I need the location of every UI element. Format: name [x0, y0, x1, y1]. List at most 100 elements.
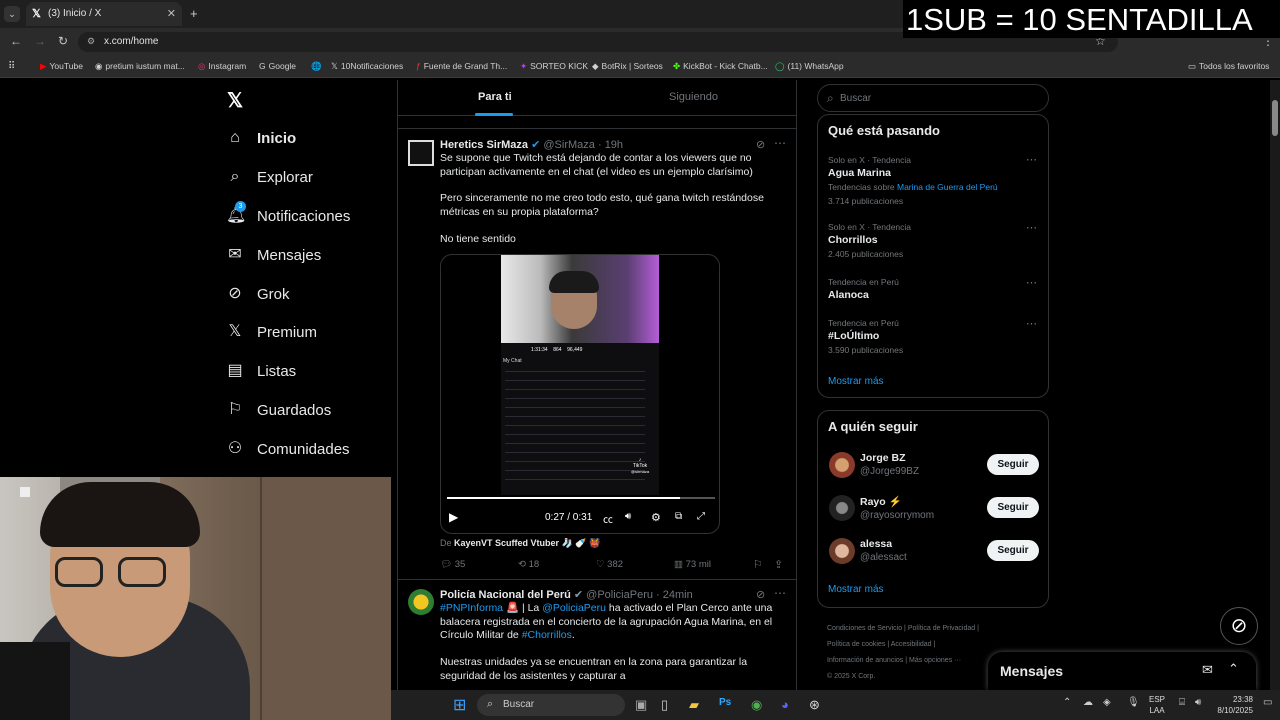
tweet-time[interactable]: · 24min [656, 589, 693, 601]
all-favorites[interactable]: ▭ Todos los favoritos [1188, 61, 1269, 72]
footer-link[interactable]: Política de cookies [827, 641, 885, 648]
trend-more-icon[interactable]: ⋯ [1026, 276, 1037, 289]
show-more-link[interactable]: Mostrar más [828, 584, 884, 595]
author-handle[interactable]: @SirMaza [543, 139, 595, 151]
new-message-icon[interactable]: ✉ [1202, 662, 1213, 678]
forward-icon[interactable]: → [34, 34, 46, 48]
play-icon[interactable]: ▶ [449, 510, 458, 524]
bookmark-tweet-icon[interactable]: ⚐ [753, 558, 763, 571]
notifications-icon[interactable]: ▭ [1263, 697, 1272, 708]
more-options-icon[interactable]: ⋯ [774, 136, 786, 150]
footer-link[interactable]: Más opciones ··· [909, 657, 961, 664]
expand-icon[interactable]: ⌃ [1228, 661, 1239, 677]
nav-item-mensajes[interactable]: ✉ Mensajes [226, 243, 321, 267]
discord-icon[interactable]: ◕ [781, 697, 789, 712]
nav-item-premium[interactable]: 𝕏 Premium [226, 320, 317, 344]
site-info-icon[interactable]: ⚙ [87, 36, 95, 47]
like-button[interactable]: ♡ 382 [596, 559, 623, 570]
video-player[interactable]: 1:31:34 864 96,449 My Chat ♪ TikTok @sir… [440, 254, 720, 534]
grok-explain-icon[interactable]: ⊘ [756, 588, 765, 601]
bookmark-kickbot[interactable]: ✤ KickBot - Kick Chatb... [673, 61, 768, 72]
network-icon[interactable]: ⌸ [1179, 697, 1185, 708]
tab-para-ti[interactable]: Para ti [478, 91, 512, 103]
bookmark-instagram[interactable]: ◎ Instagram [198, 61, 246, 72]
follow-user[interactable]: Rayo ⚡ @rayosorrymom [860, 495, 934, 521]
hashtag-link[interactable]: #Chorrillos [522, 629, 572, 641]
bookmark-sorteo-kick[interactable]: ✦ SORTEO KICK [520, 61, 588, 72]
hashtag-link[interactable]: #PNPInforma [440, 602, 503, 614]
scrollbar-thumb[interactable] [1272, 100, 1278, 136]
avatar[interactable] [829, 538, 855, 564]
nav-item-notificaciones[interactable]: 🔔︎ 3 Notificaciones [226, 201, 350, 228]
trend-item[interactable]: Tendencia en Perú #LoÚltimo 3.590 public… [828, 318, 1038, 355]
footer-link[interactable]: Información de anuncios [827, 657, 903, 664]
share-icon[interactable]: ⇪ [774, 558, 783, 571]
footer-link[interactable]: Accesibilidad [891, 641, 932, 648]
language-indicator[interactable]: ESP LAA [1149, 694, 1165, 716]
avatar[interactable] [829, 495, 855, 521]
pip-icon[interactable]: ⧉ [675, 511, 682, 522]
trend-more-icon[interactable]: ⋯ [1026, 221, 1037, 234]
nav-item-comunidades[interactable]: ⚇ Comunidades [226, 437, 350, 461]
follow-button[interactable]: Seguir [987, 497, 1039, 518]
volume-icon[interactable]: 🔊︎ [625, 511, 631, 522]
bookmark-pretium[interactable]: ◉ pretium iustum mat... [95, 61, 185, 72]
tray-app-icon[interactable]: ◈ [1103, 697, 1111, 708]
tab-list-icon[interactable]: ⌄ [4, 6, 20, 22]
chrome-icon[interactable]: ◉ [751, 697, 762, 713]
follow-button[interactable]: Seguir [987, 540, 1039, 561]
footer-link[interactable]: Política de Privacidad [908, 625, 975, 632]
trend-item[interactable]: Solo en X · Tendencia Agua Marina Tenden… [828, 155, 1038, 206]
messages-drawer[interactable]: Mensajes ✉ ⌃ [988, 652, 1256, 690]
tab-siguiendo[interactable]: Siguiendo [669, 91, 718, 103]
windows-start-icon[interactable]: ⊞ [453, 695, 466, 715]
app-icon[interactable]: ▯ [661, 697, 668, 713]
trend-item[interactable]: Tendencia en Perú Alanoca [828, 277, 1038, 301]
bookmark-whatsapp[interactable]: ◯ (11) WhatsApp [775, 61, 844, 72]
globe-icon[interactable]: 🌐 [311, 61, 322, 72]
scrollbar[interactable] [1270, 80, 1280, 690]
new-tab-icon[interactable]: + [190, 6, 198, 21]
nav-item-listas[interactable]: ▤ Listas [226, 359, 296, 383]
tweet-time[interactable]: · 19h [598, 139, 623, 151]
views-button[interactable]: ▥ 73 mil [674, 559, 711, 570]
apps-icon[interactable]: ⠿ [8, 61, 15, 72]
bookmark-fuente[interactable]: ƒ Fuente de Grand Th... [416, 61, 507, 71]
clock[interactable]: 23:38 8/10/2025 [1213, 694, 1253, 716]
follow-button[interactable]: Seguir [987, 454, 1039, 475]
reload-icon[interactable]: ↻ [58, 34, 68, 48]
author-name[interactable]: Heretics SirMaza [440, 139, 528, 151]
video-progress-track[interactable] [447, 497, 715, 499]
author-handle[interactable]: @PoliciaPeru [586, 589, 653, 601]
task-view-icon[interactable]: ▣ [635, 697, 647, 713]
bookmark-botrix[interactable]: ◆ BotRix | Sorteos [592, 61, 663, 72]
bookmark-10notificaciones[interactable]: 𝕏 10Notificaciones [331, 61, 403, 72]
close-tab-icon[interactable]: ✕ [167, 7, 176, 20]
follow-user[interactable]: Jorge BZ @Jorge99BZ [860, 452, 919, 477]
author-name[interactable]: Policía Nacional del Perú [440, 589, 571, 601]
show-more-link[interactable]: Mostrar más [828, 376, 884, 387]
tray-chevron-icon[interactable]: ⌃ [1063, 697, 1071, 708]
nav-item-explorar[interactable]: ⌕ Explorar [226, 165, 313, 189]
trend-item[interactable]: Solo en X · Tendencia Chorrillos 2.405 p… [828, 222, 1038, 259]
grok-fab-icon[interactable]: ⊘ [1220, 607, 1258, 645]
back-icon[interactable]: ← [10, 34, 22, 48]
bookmark-youtube[interactable]: ▶ YouTube [40, 61, 83, 72]
photoshop-icon[interactable]: Ps [719, 697, 731, 708]
retweet-button[interactable]: ⟲ 18 [518, 559, 539, 570]
footer-link[interactable]: Condiciones de Servicio [827, 625, 902, 632]
more-options-icon[interactable]: ⋯ [774, 586, 786, 600]
browser-tab[interactable]: 𝕏 (3) Inicio / X ✕ [26, 2, 182, 26]
reply-button[interactable]: 💬︎ 35 [440, 559, 465, 570]
volume-icon[interactable]: 🔊︎ [1195, 697, 1201, 708]
trend-more-icon[interactable]: ⋯ [1026, 317, 1037, 330]
x-home-logo-icon[interactable]: 𝕏 [227, 88, 243, 113]
video-source-user[interactable]: KayenVT Scuffed Vtuber [454, 538, 559, 548]
mention-link[interactable]: @PoliciaPeru [542, 602, 606, 614]
nav-item-guardados[interactable]: ⚐ Guardados [226, 398, 331, 422]
taskbar-search[interactable]: ⌕ Buscar [477, 694, 625, 716]
file-explorer-icon[interactable]: ▰ [689, 697, 699, 713]
trend-more-icon[interactable]: ⋯ [1026, 153, 1037, 166]
mic-icon[interactable]: 🎙︎ [1127, 697, 1140, 708]
avatar[interactable] [408, 589, 434, 615]
